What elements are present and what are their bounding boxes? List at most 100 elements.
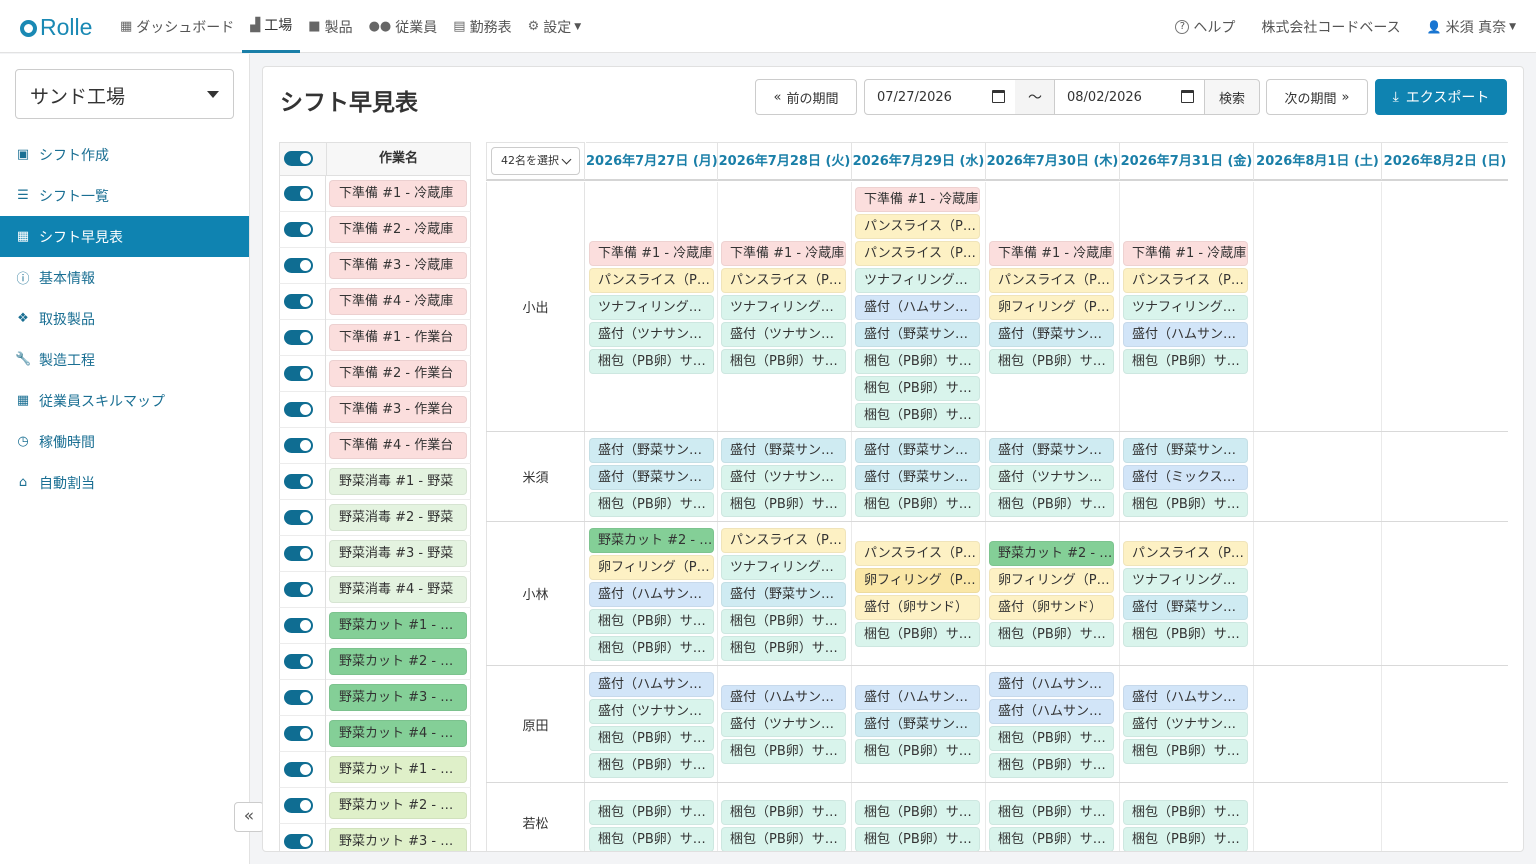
- shift-chip[interactable]: 梱包（PB卵）サンド: [721, 492, 846, 517]
- shift-chip[interactable]: 盛付（ツナサンド）: [1123, 712, 1248, 737]
- sidebar-item-working-hours[interactable]: ◷ 稼働時間: [0, 421, 249, 462]
- next-period-button[interactable]: 次の期間»: [1266, 79, 1368, 115]
- nav-products[interactable]: ■ 製品: [300, 0, 360, 53]
- shift-chip[interactable]: 盛付（ツナサンド）: [589, 699, 714, 724]
- shift-chip[interactable]: 卵フィリング（PB卵）: [589, 555, 714, 580]
- shift-chip[interactable]: パンスライス（PB卵）: [855, 541, 980, 566]
- shift-chip[interactable]: 盛付（野菜サンド）: [989, 322, 1114, 347]
- nav-dashboard[interactable]: ▦ ダッシュボード: [112, 0, 242, 53]
- task-toggle-switch[interactable]: [284, 582, 313, 597]
- shift-chip[interactable]: 梱包（PB卵）サンド: [1123, 800, 1248, 825]
- shift-chip[interactable]: ツナフィリング（PB卵）: [1123, 295, 1248, 320]
- task-toggle-switch[interactable]: [284, 618, 313, 633]
- shift-chip[interactable]: 梱包（PB卵）サンド: [721, 609, 846, 634]
- shift-chip[interactable]: 梱包（PB卵）サンド: [589, 753, 714, 778]
- nav-employees[interactable]: ●● 従業員: [361, 0, 446, 53]
- shift-chip[interactable]: パンスライス（PB卵）: [855, 214, 980, 239]
- shift-chip[interactable]: 梱包（PB卵）サンド: [855, 492, 980, 517]
- shift-chip[interactable]: 盛付（ハムサンド）: [1123, 685, 1248, 710]
- shift-chip[interactable]: 梱包（PB卵）サンド: [989, 726, 1114, 751]
- user-menu[interactable]: 👤 米須 真奈 ▼: [1427, 17, 1516, 37]
- shift-chip[interactable]: 梱包（PB卵）サンド: [855, 800, 980, 825]
- shift-chip[interactable]: 梱包（PB卵）サンド: [989, 827, 1114, 851]
- shift-chip[interactable]: 盛付（野菜サンド）: [989, 438, 1114, 463]
- task-toggle-switch[interactable]: [284, 654, 313, 669]
- shift-chip[interactable]: 梱包（PB卵）サンド: [989, 753, 1114, 778]
- shift-chip[interactable]: 盛付（ツナサンド）: [589, 322, 714, 347]
- sidebar-item-skill-map[interactable]: ▦ 従業員スキルマップ: [0, 380, 249, 421]
- shift-chip[interactable]: 盛付（ハムサンド）: [1123, 322, 1248, 347]
- task-toggle-switch[interactable]: [284, 690, 313, 705]
- shift-chip[interactable]: 盛付（卵サンド）: [855, 595, 980, 620]
- shift-chip[interactable]: 梱包（PB卵）サンド: [855, 403, 980, 428]
- shift-chip[interactable]: 梱包（PB卵）サンド: [855, 376, 980, 401]
- shift-chip[interactable]: 梱包（PB卵）サンド: [721, 349, 846, 374]
- task-toggle-switch[interactable]: [284, 834, 313, 849]
- date-to-input[interactable]: 08/02/2026: [1054, 79, 1205, 115]
- shift-chip[interactable]: 盛付（野菜サンド）: [721, 582, 846, 607]
- shift-chip[interactable]: パンスライス（PB卵）: [721, 268, 846, 293]
- nav-factory[interactable]: ▟ 工場: [242, 0, 301, 53]
- shift-chip[interactable]: 梱包（PB卵）サンド: [1123, 739, 1248, 764]
- shift-chip[interactable]: パンスライス（PB卵）: [589, 268, 714, 293]
- sidebar-item-products[interactable]: ❖ 取扱製品: [0, 298, 249, 339]
- shift-chip[interactable]: 梱包（PB卵）サンド: [989, 349, 1114, 374]
- shift-chip[interactable]: 盛付（野菜サンド）: [855, 438, 980, 463]
- shift-chip[interactable]: 下準備 #1 - 冷蔵庫: [989, 241, 1114, 266]
- factory-select[interactable]: サンド工場: [15, 69, 234, 119]
- nav-timesheet[interactable]: ▤ 勤務表: [445, 0, 519, 53]
- nav-settings[interactable]: ⚙ 設定 ▼: [520, 0, 590, 53]
- shift-chip[interactable]: 梱包（PB卵）サンド: [855, 827, 980, 851]
- task-toggle-switch[interactable]: [284, 438, 313, 453]
- shift-chip[interactable]: 梱包（PB卵）サンド: [989, 622, 1114, 647]
- shift-chip[interactable]: 梱包（PB卵）サンド: [721, 800, 846, 825]
- shift-chip[interactable]: 梱包（PB卵）サンド: [589, 349, 714, 374]
- shift-chip[interactable]: 盛付（野菜サンド）: [855, 322, 980, 347]
- shift-chip[interactable]: 盛付（ハムサンド）: [855, 685, 980, 710]
- shift-chip[interactable]: 卵フィリング（PB卵）: [989, 568, 1114, 593]
- shift-chip[interactable]: 下準備 #1 - 冷蔵庫: [1123, 241, 1248, 266]
- employee-filter-select[interactable]: 42名を選択: [491, 147, 580, 175]
- shift-chip[interactable]: パンスライス（PB卵）: [721, 528, 846, 553]
- shift-chip[interactable]: 盛付（ツナサンド）: [721, 465, 846, 490]
- shift-chip[interactable]: 盛付（野菜サンド）: [589, 465, 714, 490]
- shift-chip[interactable]: 梱包（PB卵）サンド: [989, 492, 1114, 517]
- shift-chip[interactable]: ツナフィリング（PB卵）: [721, 555, 846, 580]
- shift-chip[interactable]: 梱包（PB卵）サンド: [1123, 622, 1248, 647]
- shift-chip[interactable]: ツナフィリング（PB卵）: [721, 295, 846, 320]
- shift-chip[interactable]: パンスライス（PB卵）: [989, 268, 1114, 293]
- task-toggle-switch[interactable]: [284, 474, 313, 489]
- shift-chip[interactable]: 梱包（PB卵）サンド: [721, 827, 846, 851]
- date-from-input[interactable]: 07/27/2026: [864, 79, 1016, 115]
- sidebar-item-auto-assign[interactable]: ⌂ 自動割当: [0, 462, 249, 503]
- task-toggle-switch[interactable]: [284, 798, 313, 813]
- sidebar-item-basic-info[interactable]: ⓘ 基本情報: [0, 257, 249, 298]
- sidebar-item-process[interactable]: 🔧 製造工程: [0, 339, 249, 380]
- shift-chip[interactable]: 盛付（野菜サンド）: [589, 438, 714, 463]
- shift-chip[interactable]: 盛付（ハムサンド）: [989, 699, 1114, 724]
- shift-chip[interactable]: 梱包（PB卵）サンド: [589, 492, 714, 517]
- shift-chip[interactable]: 盛付（野菜サンド）: [1123, 438, 1248, 463]
- app-logo[interactable]: Rolle: [20, 14, 92, 41]
- sidebar-item-shift-list[interactable]: ☰ シフト一覧: [0, 175, 249, 216]
- shift-chip[interactable]: ツナフィリング（PB卵）: [855, 268, 980, 293]
- sidebar-item-shift-create[interactable]: ▣ シフト作成: [0, 134, 249, 175]
- shift-chip[interactable]: 盛付（ハムサンド）: [589, 582, 714, 607]
- shift-chip[interactable]: 盛付（ハムサンド）: [855, 295, 980, 320]
- task-toggle-switch[interactable]: [284, 186, 313, 201]
- sidebar-item-shift-overview[interactable]: ▦ シフト早見表: [0, 216, 249, 257]
- shift-chip[interactable]: 梱包（PB卵）サンド: [855, 739, 980, 764]
- task-toggle-switch[interactable]: [284, 330, 313, 345]
- shift-chip[interactable]: パンスライス（PB卵）: [855, 241, 980, 266]
- shift-chip[interactable]: 盛付（ハムサンド）: [589, 672, 714, 697]
- shift-chip[interactable]: 梱包（PB卵）サンド: [1123, 827, 1248, 851]
- shift-chip[interactable]: 梱包（PB卵）サンド: [855, 349, 980, 374]
- shift-chip[interactable]: 梱包（PB卵）サンド: [589, 726, 714, 751]
- shift-chip[interactable]: 梱包（PB卵）サンド: [721, 636, 846, 661]
- task-toggle-switch[interactable]: [284, 510, 313, 525]
- shift-chip[interactable]: 卵フィリング（PB卵）: [989, 295, 1114, 320]
- task-toggle-switch[interactable]: [284, 222, 313, 237]
- task-toggle-switch[interactable]: [284, 366, 313, 381]
- shift-chip[interactable]: 盛付（ツナサンド）: [721, 322, 846, 347]
- shift-chip[interactable]: 盛付（ハムサンド）: [721, 685, 846, 710]
